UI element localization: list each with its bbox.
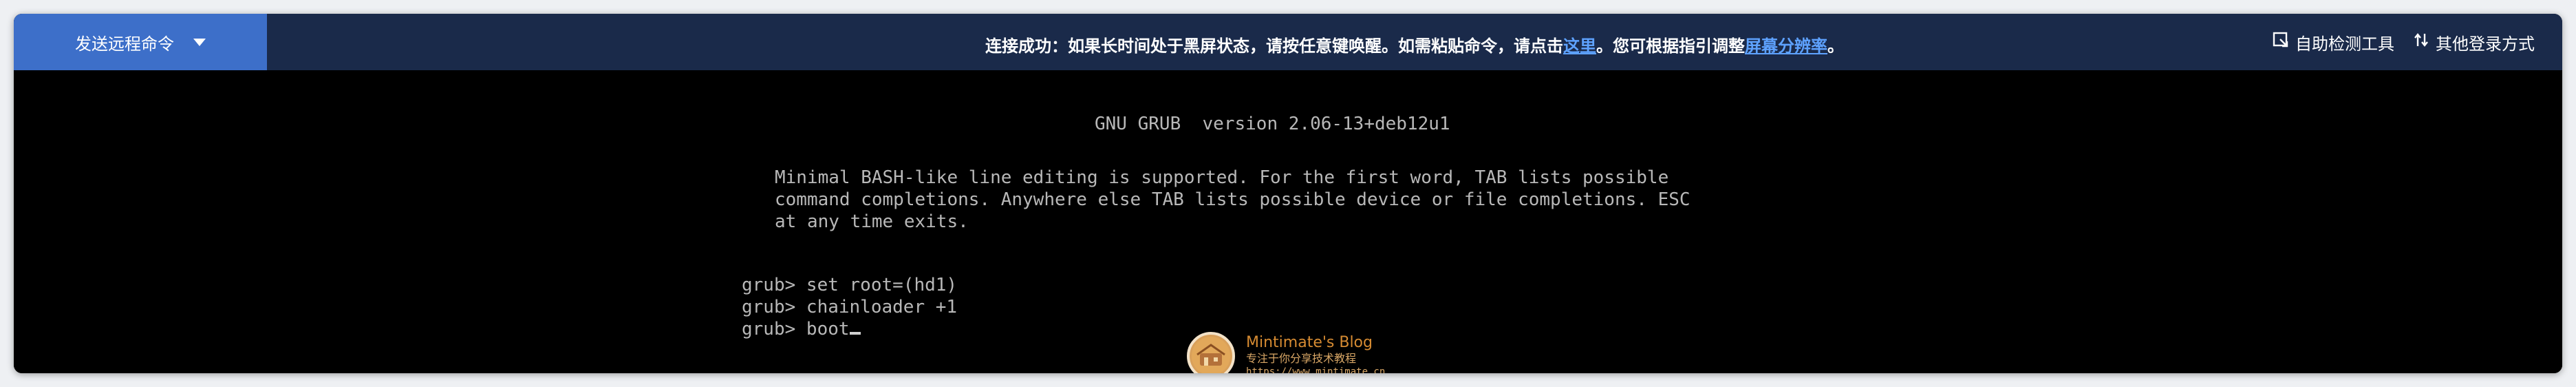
watermark-title: Mintimate's Blog (1246, 334, 1373, 351)
watermark-text: Mintimate's Blog 专注于你分享技术教程 https://www.… (1246, 334, 1385, 373)
notice-text-part1: 连接成功：如果长时间处于黑屏状态，请按任意键唤醒。如需粘贴命令，请点击 (985, 36, 1563, 56)
other-login-button[interactable]: 其他登录方式 (2412, 30, 2535, 54)
chevron-down-icon (193, 38, 206, 46)
remote-terminal-window: 发送远程命令 连接成功：如果长时间处于黑屏状态，请按任意键唤醒。如需粘贴命令，请… (14, 14, 2562, 373)
connection-notice: 连接成功：如果长时间处于黑屏状态，请按任意键唤醒。如需粘贴命令，请点击 这里 。… (267, 14, 2562, 70)
watermark-url: https://www.mintimate.cn (1246, 366, 1386, 373)
grub-command-line-2: grub> chainloader +1 (742, 297, 958, 317)
switch-icon (2412, 31, 2430, 53)
grub-info-line-1: Minimal BASH-like line editing is suppor… (775, 167, 1669, 188)
notice-text-part2: 。您可根据指引调整 (1596, 36, 1745, 56)
blog-logo-icon (1187, 332, 1235, 373)
screen-resolution-link[interactable]: 屏幕分辨率 (1745, 32, 1827, 56)
toolbar-tools: 自助检测工具 其他登录方式 (2272, 14, 2535, 70)
grub-info-line-3: at any time exits. (775, 211, 969, 232)
grub-command-line-1: grub> set root=(hd1) (742, 275, 958, 295)
notice-text-part3: 。 (1827, 36, 1844, 56)
grub-info-line-2: command completions. Anywhere else TAB l… (775, 189, 1690, 210)
send-remote-command-label: 发送远程命令 (75, 34, 174, 54)
grub-header: GNU GRUB version 2.06-13+deb12u1 (1095, 114, 1450, 134)
terminal-screen[interactable]: GNU GRUB version 2.06-13+deb12u1 Minimal… (14, 70, 2562, 373)
grub-command-text: grub> boot (742, 319, 850, 339)
grub-command-line-3: grub> boot (742, 318, 861, 340)
top-toolbar: 发送远程命令 连接成功：如果长时间处于黑屏状态，请按任意键唤醒。如需粘贴命令，请… (14, 14, 2562, 70)
self-check-tool-button[interactable]: 自助检测工具 (2272, 30, 2394, 54)
blog-watermark: Mintimate's Blog 专注于你分享技术教程 https://www.… (1187, 328, 1385, 373)
self-check-icon (2272, 31, 2290, 53)
other-login-label: 其他登录方式 (2436, 34, 2535, 54)
paste-command-link[interactable]: 这里 (1563, 32, 1596, 56)
terminal-cursor (849, 332, 861, 335)
self-check-tool-label: 自助检测工具 (2295, 34, 2394, 54)
send-remote-command-button[interactable]: 发送远程命令 (14, 14, 267, 70)
watermark-subtitle: 专注于你分享技术教程 (1246, 352, 1357, 365)
